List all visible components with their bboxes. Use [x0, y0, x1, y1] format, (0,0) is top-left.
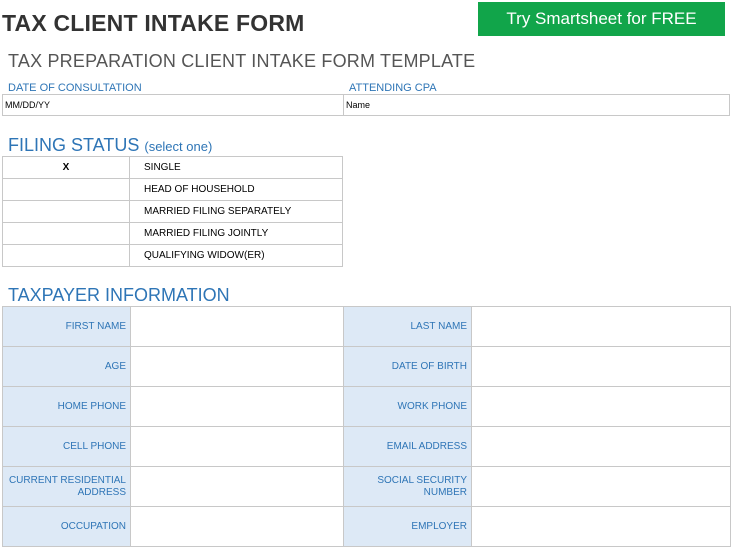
taxpayer-information-title: TAXPAYER INFORMATION [8, 285, 230, 305]
taxpayer-table: FIRST NAME LAST NAME AGE DATE OF BIRTH H… [2, 306, 731, 547]
occupation-label: OCCUPATION [2, 506, 131, 547]
filing-option-row[interactable]: MARRIED FILING SEPARATELY [2, 200, 343, 223]
employer-label: EMPLOYER [343, 506, 472, 547]
work-phone-field[interactable] [471, 386, 731, 427]
employer-field[interactable] [471, 506, 731, 547]
email-address-label: EMAIL ADDRESS [343, 426, 472, 467]
filing-option-checkbox[interactable] [2, 200, 130, 223]
filing-option-checkbox[interactable] [2, 178, 130, 201]
home-phone-field[interactable] [130, 386, 344, 427]
table-row: FIRST NAME LAST NAME [2, 306, 731, 347]
try-smartsheet-button[interactable]: Try Smartsheet for FREE [478, 2, 725, 36]
filing-option-row[interactable]: HEAD OF HOUSEHOLD [2, 178, 343, 201]
table-row: AGE DATE OF BIRTH [2, 346, 731, 387]
filing-option-label: SINGLE [129, 156, 343, 179]
current-residential-address-field[interactable] [130, 466, 344, 507]
filing-option-label: MARRIED FILING SEPARATELY [129, 200, 343, 223]
social-security-number-label: SOCIAL SECURITY NUMBER [343, 466, 472, 507]
filing-status-table: X SINGLE HEAD OF HOUSEHOLD MARRIED FILIN… [2, 156, 343, 267]
date-of-consultation-field[interactable]: MM/DD/YY [3, 95, 344, 115]
age-field[interactable] [130, 346, 344, 387]
filing-option-checkbox[interactable]: X [2, 156, 130, 179]
date-of-birth-field[interactable] [471, 346, 731, 387]
cell-phone-field[interactable] [130, 426, 344, 467]
filing-option-label: HEAD OF HOUSEHOLD [129, 178, 343, 201]
table-row: OCCUPATION EMPLOYER [2, 506, 731, 547]
current-residential-address-label: CURRENT RESIDENTIAL ADDRESS [2, 466, 131, 507]
filing-status-hint: (select one) [144, 139, 213, 154]
last-name-field[interactable] [471, 306, 731, 347]
social-security-number-field[interactable] [471, 466, 731, 507]
filing-option-checkbox[interactable] [2, 222, 130, 245]
email-address-field[interactable] [471, 426, 731, 467]
attending-cpa-label: ATTENDING CPA [349, 82, 437, 94]
cell-phone-label: CELL PHONE [2, 426, 131, 467]
filing-option-row[interactable]: X SINGLE [2, 156, 343, 179]
filing-option-checkbox[interactable] [2, 244, 130, 267]
home-phone-label: HOME PHONE [2, 386, 131, 427]
table-row: CURRENT RESIDENTIAL ADDRESS SOCIAL SECUR… [2, 466, 731, 507]
form-subtitle: TAX PREPARATION CLIENT INTAKE FORM TEMPL… [8, 51, 476, 71]
attending-cpa-field[interactable]: Name [344, 95, 729, 115]
occupation-field[interactable] [130, 506, 344, 547]
work-phone-label: WORK PHONE [343, 386, 472, 427]
filing-option-row[interactable]: QUALIFYING WIDOW(ER) [2, 244, 343, 267]
consultation-row: MM/DD/YY Name [2, 94, 730, 116]
filing-option-row[interactable]: MARRIED FILING JOINTLY [2, 222, 343, 245]
date-of-birth-label: DATE OF BIRTH [343, 346, 472, 387]
filing-status-heading: FILING STATUS (select one) [8, 135, 212, 156]
last-name-label: LAST NAME [343, 306, 472, 347]
table-row: CELL PHONE EMAIL ADDRESS [2, 426, 731, 467]
first-name-field[interactable] [130, 306, 344, 347]
filing-status-title: FILING STATUS [8, 135, 140, 155]
date-of-consultation-label: DATE OF CONSULTATION [8, 82, 142, 94]
filing-option-label: QUALIFYING WIDOW(ER) [129, 244, 343, 267]
page-title: TAX CLIENT INTAKE FORM [2, 10, 305, 36]
filing-option-label: MARRIED FILING JOINTLY [129, 222, 343, 245]
age-label: AGE [2, 346, 131, 387]
first-name-label: FIRST NAME [2, 306, 131, 347]
table-row: HOME PHONE WORK PHONE [2, 386, 731, 427]
